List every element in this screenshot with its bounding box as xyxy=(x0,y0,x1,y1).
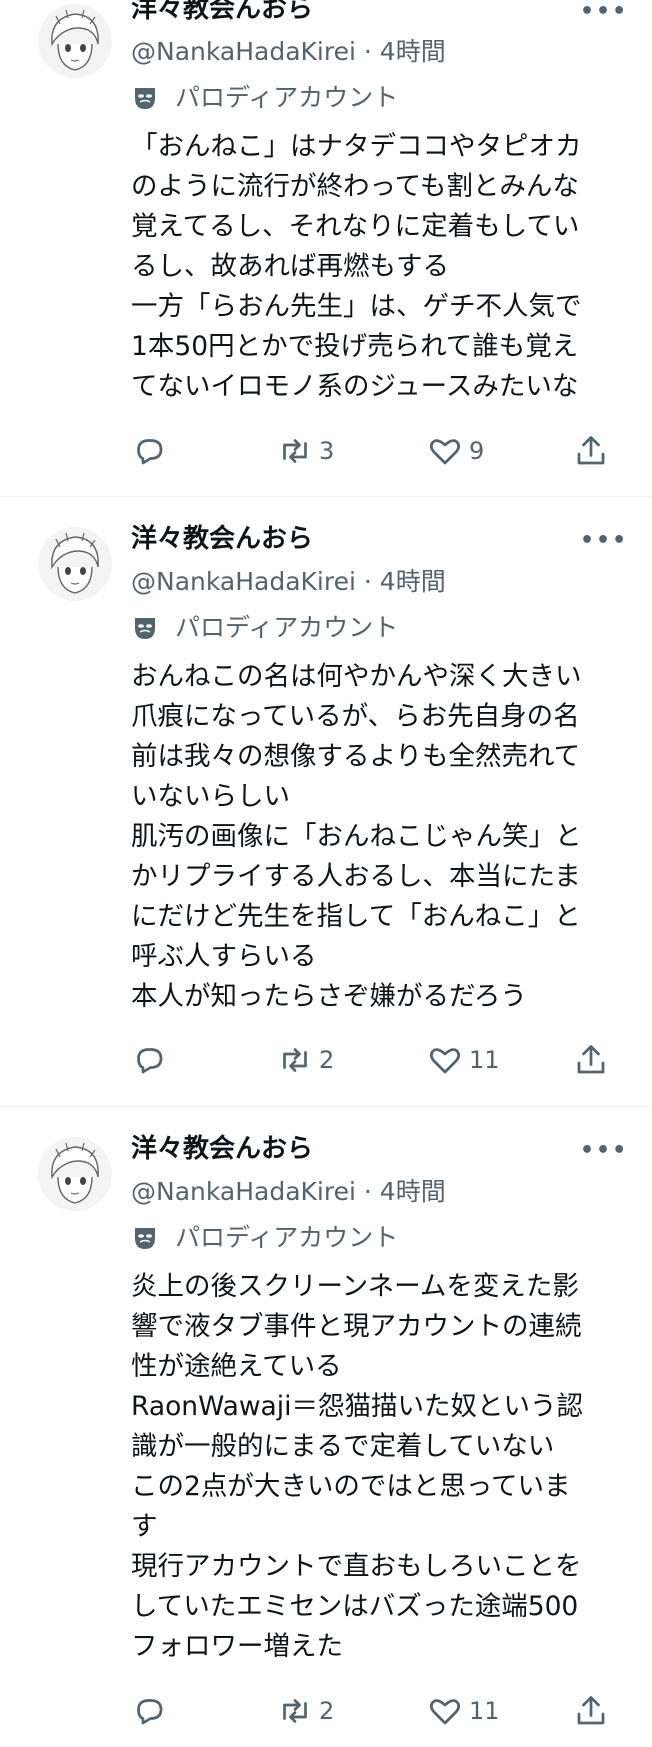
tweet-line: この2点が大きいのではと思っていま xyxy=(131,1471,571,1502)
heart-icon xyxy=(429,1048,461,1074)
tweet-line: かリプライする人おるし、本当にたま xyxy=(131,861,581,892)
tweet-line: おんねこの名は何やかんや深く大きい xyxy=(131,661,582,692)
parody-label: パロディアカウント xyxy=(131,82,398,114)
tweet-line: 一方「らおん先生」は、ゲチ不人気で xyxy=(131,291,582,322)
share-button[interactable] xyxy=(573,1042,609,1078)
like-count: 11 xyxy=(469,1697,500,1725)
tweet-line: にだけど先生を指して「おんねこ」と xyxy=(131,901,581,932)
tweet-line: 覚えてるし、それなりに定着もしてい xyxy=(131,211,580,242)
tweet-line: のように流行が終わっても割とみんな xyxy=(131,171,579,202)
heart-icon xyxy=(429,1699,461,1725)
avatar[interactable] xyxy=(38,4,112,78)
parody-text: パロディアカウント xyxy=(175,613,399,642)
tweet-line: るし、故あれば再燃もする xyxy=(131,251,449,282)
avatar[interactable] xyxy=(38,1137,112,1211)
timestamp[interactable]: 4時間 xyxy=(380,1177,446,1206)
more-horizontal-icon[interactable]: ••• xyxy=(580,529,628,553)
reply-button[interactable] xyxy=(131,433,167,469)
tweet[interactable]: 洋々教会んおら ••• @NankaHadaKirei · 4時間 パロディアカ… xyxy=(0,0,652,497)
tweet[interactable]: 洋々教会んおら ••• @NankaHadaKirei · 4時間 パロディアカ… xyxy=(0,497,652,1107)
share-button[interactable] xyxy=(573,433,609,469)
retweet-button[interactable]: 2 xyxy=(277,1042,334,1078)
more-horizontal-icon[interactable]: ••• xyxy=(580,0,628,24)
share-button[interactable] xyxy=(573,1693,609,1729)
tweet-meta: @NankaHadaKirei · 4時間 xyxy=(131,1176,446,1208)
tweet-line: フォロワー増えた xyxy=(131,1631,343,1662)
share-icon xyxy=(577,436,605,465)
parody-label: パロディアカウント xyxy=(131,1222,398,1254)
like-count: 11 xyxy=(469,1046,500,1074)
parody-label: パロディアカウント xyxy=(131,612,398,644)
parody-text: パロディアカウント xyxy=(175,83,399,112)
tweet-line: 「おんねこ」はナタデココやタピオカ xyxy=(131,131,582,162)
reply-button[interactable] xyxy=(131,1693,167,1729)
avatar[interactable] xyxy=(38,527,112,601)
tweet-line: 本人が知ったらさぞ嫌がるだろう xyxy=(131,981,527,1012)
tweet-text: 炎上の後スクリーンネームを変えた影 響で液タブ事件と現アカウントの連続 性が途絶… xyxy=(131,1267,611,1667)
like-count: 9 xyxy=(469,437,485,465)
reply-icon xyxy=(137,439,163,465)
theater-mask-icon xyxy=(131,84,159,112)
tweet-line: 爪痕になっているが、らお先自身の名 xyxy=(131,701,580,732)
like-button[interactable]: 11 xyxy=(427,1042,500,1078)
tweet-line: していたエミセンはバズった途端500 xyxy=(131,1591,579,1622)
tweet-line: 呼ぶ人すらいる xyxy=(131,941,317,972)
tweet-line: いないらしい xyxy=(131,781,290,812)
action-bar: 2 11 xyxy=(131,1042,621,1082)
tweet-line: てないイロモノ系のジュースみたいな xyxy=(131,371,579,402)
tweet[interactable]: 洋々教会んおら ••• @NankaHadaKirei · 4時間 パロディアカ… xyxy=(0,1107,652,1747)
tweet-line: 識が一般的にまるで定着していない xyxy=(131,1431,555,1462)
tweet-line: 現行アカウントで直おもしろいことを xyxy=(131,1551,582,1582)
theater-mask-icon xyxy=(131,614,159,642)
timestamp[interactable]: 4時間 xyxy=(380,37,446,66)
display-name[interactable]: 洋々教会んおら xyxy=(131,0,313,26)
tweet-text: おんねこの名は何やかんや深く大きい 爪痕になっているが、らお先自身の名 前は我々… xyxy=(131,657,611,1017)
retweet-count: 2 xyxy=(319,1046,335,1074)
tweet-line: す xyxy=(131,1511,158,1542)
retweet-icon xyxy=(283,439,307,463)
handle[interactable]: @NankaHadaKirei xyxy=(131,1177,356,1206)
display-name[interactable]: 洋々教会んおら xyxy=(131,522,313,556)
handle[interactable]: @NankaHadaKirei xyxy=(131,567,356,596)
tweet-line: 性が途絶えている xyxy=(131,1351,342,1382)
tweet-line: 1本50円とかで投げ売られて誰も覚え xyxy=(131,331,579,362)
tweet-line: 肌汚の画像に「おんねこじゃん笑」と xyxy=(131,821,582,852)
tweet-text: 「おんねこ」はナタデココやタピオカ のように流行が終わっても割とみんな 覚えてる… xyxy=(131,127,611,407)
tweet-line: 炎上の後スクリーンネームを変えた影 xyxy=(131,1271,579,1302)
parody-text: パロディアカウント xyxy=(175,1223,399,1252)
heart-icon xyxy=(429,439,461,465)
display-name[interactable]: 洋々教会んおら xyxy=(131,1132,313,1166)
theater-mask-icon xyxy=(131,1224,159,1252)
tweet-line: 前は我々の想像するよりも全然売れて xyxy=(131,741,581,772)
tweet-line: 響で液タブ事件と現アカウントの連続 xyxy=(131,1311,582,1342)
meta-separator: · xyxy=(363,37,372,66)
meta-separator: · xyxy=(363,1177,372,1206)
like-button[interactable]: 11 xyxy=(427,1693,500,1729)
like-button[interactable]: 9 xyxy=(427,433,484,469)
share-icon xyxy=(577,1045,605,1074)
action-bar: 3 9 xyxy=(131,433,621,473)
reply-button[interactable] xyxy=(131,1042,167,1078)
handle[interactable]: @NankaHadaKirei xyxy=(131,37,356,66)
share-icon xyxy=(577,1696,605,1725)
retweet-count: 3 xyxy=(319,437,335,465)
retweet-count: 2 xyxy=(319,1697,335,1725)
reply-icon xyxy=(137,1048,163,1074)
retweet-button[interactable]: 3 xyxy=(277,433,334,469)
reply-icon xyxy=(137,1699,163,1725)
retweet-button[interactable]: 2 xyxy=(277,1693,334,1729)
action-bar: 2 11 xyxy=(131,1693,621,1733)
retweet-icon xyxy=(283,1048,307,1072)
tweet-meta: @NankaHadaKirei · 4時間 xyxy=(131,36,446,68)
retweet-icon xyxy=(283,1699,307,1723)
tweet-line: RaonWawaji＝怨猫描いた奴という認 xyxy=(131,1391,583,1422)
more-horizontal-icon[interactable]: ••• xyxy=(580,1139,628,1163)
meta-separator: · xyxy=(363,567,372,596)
timestamp[interactable]: 4時間 xyxy=(380,567,446,596)
tweet-meta: @NankaHadaKirei · 4時間 xyxy=(131,566,446,598)
